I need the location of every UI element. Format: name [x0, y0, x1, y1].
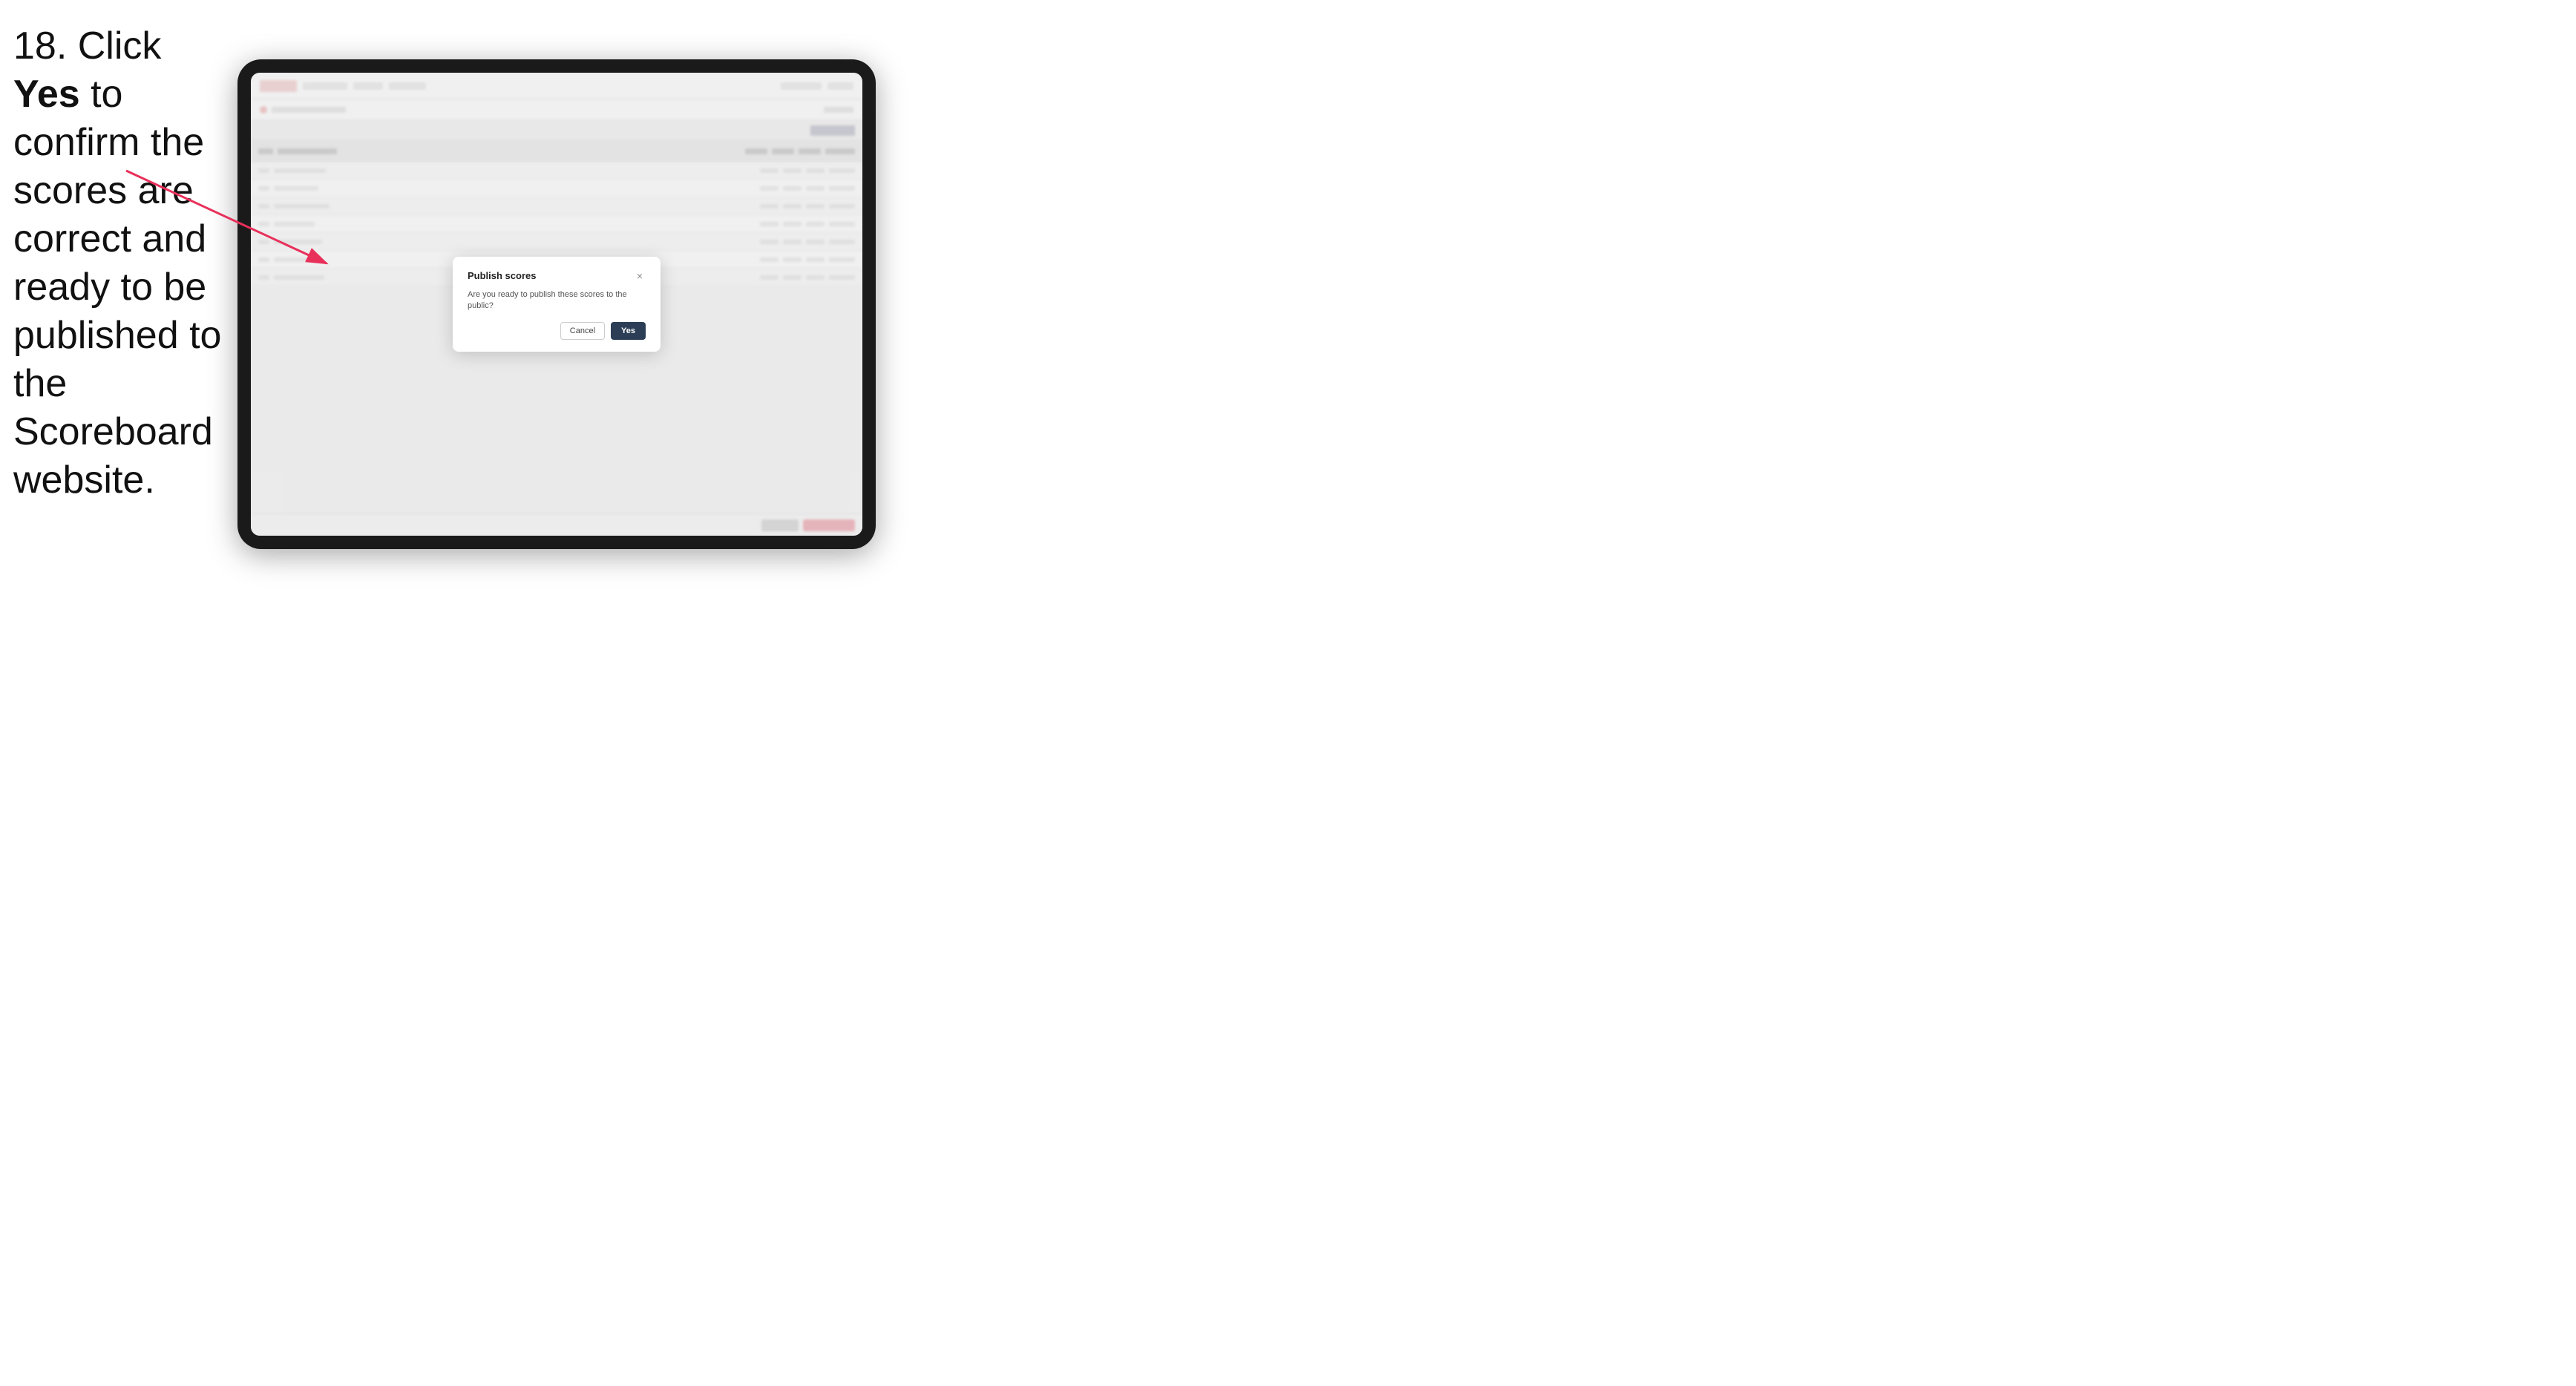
dialog-header: Publish scores × [468, 270, 646, 282]
instruction-text: 18. Click Yes to confirm the scores are … [13, 22, 229, 505]
bold-yes: Yes [13, 73, 80, 116]
text-before-bold: Click [67, 24, 161, 68]
step-number: 18. [13, 24, 67, 68]
dialog-title: Publish scores [468, 270, 536, 281]
close-icon[interactable]: × [634, 270, 646, 282]
tablet-device: Publish scores × Are you ready to publis… [237, 59, 876, 549]
publish-scores-dialog: Publish scores × Are you ready to publis… [453, 257, 661, 352]
dialog-actions: Cancel Yes [468, 322, 646, 340]
dialog-body-text: Are you ready to publish these scores to… [468, 289, 646, 312]
text-after: to confirm the scores are correct and re… [13, 73, 221, 502]
cancel-button[interactable]: Cancel [560, 322, 605, 340]
dialog-overlay: Publish scores × Are you ready to publis… [251, 73, 862, 536]
tablet-screen: Publish scores × Are you ready to publis… [251, 73, 862, 536]
yes-button[interactable]: Yes [611, 322, 646, 340]
